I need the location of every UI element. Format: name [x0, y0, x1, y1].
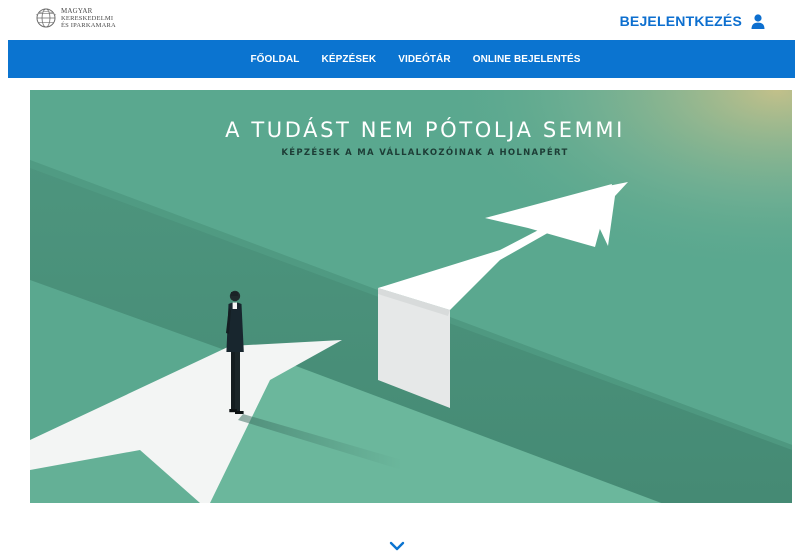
nav-item-online-registration[interactable]: ONLINE BEJELENTÉS — [473, 54, 581, 65]
nav-list: FŐOLDAL KÉPZÉSEK VIDEÓTÁR ONLINE BEJELEN… — [250, 54, 580, 65]
hero-banner: A TUDÁST NEM PÓTOLJA SEMMI KÉPZÉSEK A MA… — [30, 90, 792, 503]
hero-subtitle: KÉPZÉSEK A MA VÁLLALKOZÓINAK A HOLNAPÉRT — [281, 148, 569, 158]
main-navigation: FŐOLDAL KÉPZÉSEK VIDEÓTÁR ONLINE BEJELEN… — [8, 40, 795, 78]
nav-item-trainings[interactable]: KÉPZÉSEK — [322, 54, 377, 65]
chamber-logo[interactable]: MAGYAR KERESKEDELMI ÉS IPARKAMARA — [35, 7, 116, 29]
login-label: BEJELENTKEZÉS — [619, 13, 742, 29]
hero-title: A TUDÁST NEM PÓTOLJA SEMMI — [225, 118, 625, 142]
logo-line-1: MAGYAR — [61, 6, 93, 15]
globe-icon — [35, 8, 57, 28]
logo-line-2: KERESKEDELMI — [61, 14, 114, 22]
nav-item-home[interactable]: FŐOLDAL — [250, 54, 299, 65]
site-header: MAGYAR KERESKEDELMI ÉS IPARKAMARA BEJELE… — [0, 0, 795, 40]
chevron-down-icon[interactable] — [389, 540, 405, 552]
logo-wordmark: MAGYAR KERESKEDELMI ÉS IPARKAMARA — [61, 6, 116, 29]
login-button[interactable]: BEJELENTKEZÉS — [620, 13, 765, 29]
nav-item-video-library[interactable]: VIDEÓTÁR — [398, 54, 450, 65]
logo-line-3: ÉS IPARKAMARA — [61, 21, 116, 29]
user-icon — [751, 13, 765, 29]
